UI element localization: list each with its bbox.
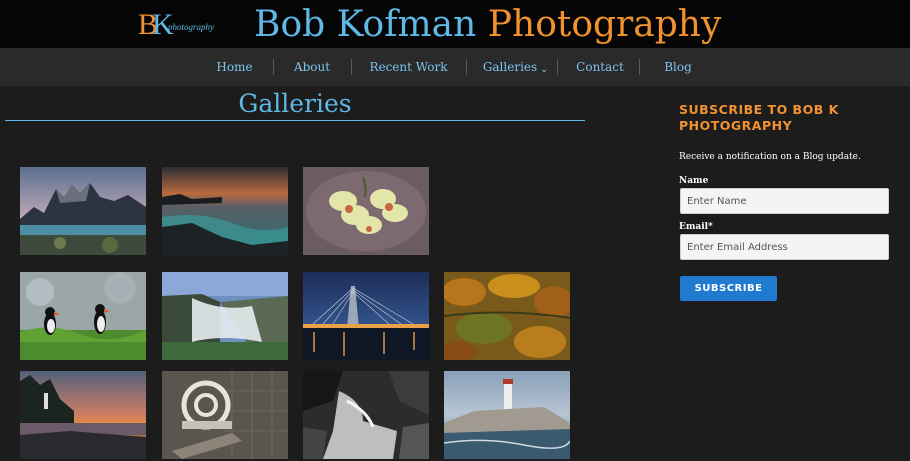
gallery-thumbnail-cascade[interactable]: [303, 371, 429, 459]
title-divider: [5, 120, 585, 121]
gallery-thumbnail-mountains[interactable]: [20, 167, 146, 255]
gallery-thumbnail-lighthouse-rocks[interactable]: [444, 371, 570, 459]
page-title: Galleries: [238, 89, 352, 118]
chevron-down-icon[interactable]: ⌄: [540, 64, 548, 75]
gallery-thumbnail-puffins[interactable]: [20, 272, 146, 360]
gallery-thumbnail-coast-sunset[interactable]: [162, 167, 288, 255]
waterfall-photo: [162, 272, 288, 360]
site-header: B K photography Bob Kofman Photography: [0, 0, 910, 48]
nav-divider: [557, 59, 558, 75]
name-input[interactable]: [680, 188, 889, 214]
lighthouse-sunset-photo: [20, 371, 146, 459]
nav-divider: [639, 59, 640, 75]
bridge-photo: [303, 272, 429, 360]
autumn-reflection-photo: [444, 272, 570, 360]
nav-divider: [273, 59, 274, 75]
site-title-name: Bob Kofman: [254, 4, 477, 45]
main-nav: Home About Recent Work Galleries ⌄ Conta…: [0, 48, 910, 86]
nav-item-contact[interactable]: Contact: [574, 48, 626, 86]
machinery-photo: [162, 371, 288, 459]
coast-sunset-photo: [162, 167, 288, 255]
gallery-thumbnail-orchid[interactable]: [303, 167, 429, 255]
site-title[interactable]: Bob Kofman Photography: [254, 3, 721, 47]
nav-item-recent-work[interactable]: Recent Work: [366, 48, 451, 86]
gallery-thumbnail-waterfall[interactable]: [162, 272, 288, 360]
gallery-thumbnail-lighthouse-sunset[interactable]: [20, 371, 146, 459]
logo-subtitle: photography: [168, 22, 214, 32]
nav-item-galleries[interactable]: Galleries: [482, 48, 538, 86]
puffins-photo: [20, 272, 146, 360]
orchid-photo: [303, 167, 429, 255]
cascade-photo: [303, 371, 429, 459]
gallery-thumbnail-bridge[interactable]: [303, 272, 429, 360]
email-label: Email*: [679, 222, 713, 232]
name-label: Name: [679, 176, 709, 186]
site-logo[interactable]: B K photography: [138, 8, 214, 44]
subscribe-heading: SUBSCRIBE TO BOB K PHOTOGRAPHY: [679, 102, 839, 133]
mountains-photo: [20, 167, 146, 255]
subscribe-description: Receive a notification on a Blog update.: [679, 152, 861, 162]
subscribe-button[interactable]: SUBSCRIBE: [680, 276, 777, 301]
site-title-photography: Photography: [487, 4, 722, 45]
gallery-thumbnail-autumn[interactable]: [444, 272, 570, 360]
lighthouse-rocks-photo: [444, 371, 570, 459]
nav-divider: [351, 59, 352, 75]
email-input[interactable]: [680, 234, 889, 260]
nav-item-blog[interactable]: Blog: [659, 48, 697, 86]
nav-divider: [466, 59, 467, 75]
nav-item-home[interactable]: Home: [212, 48, 257, 86]
gallery-thumbnail-machinery[interactable]: [162, 371, 288, 459]
nav-item-about[interactable]: About: [288, 48, 336, 86]
